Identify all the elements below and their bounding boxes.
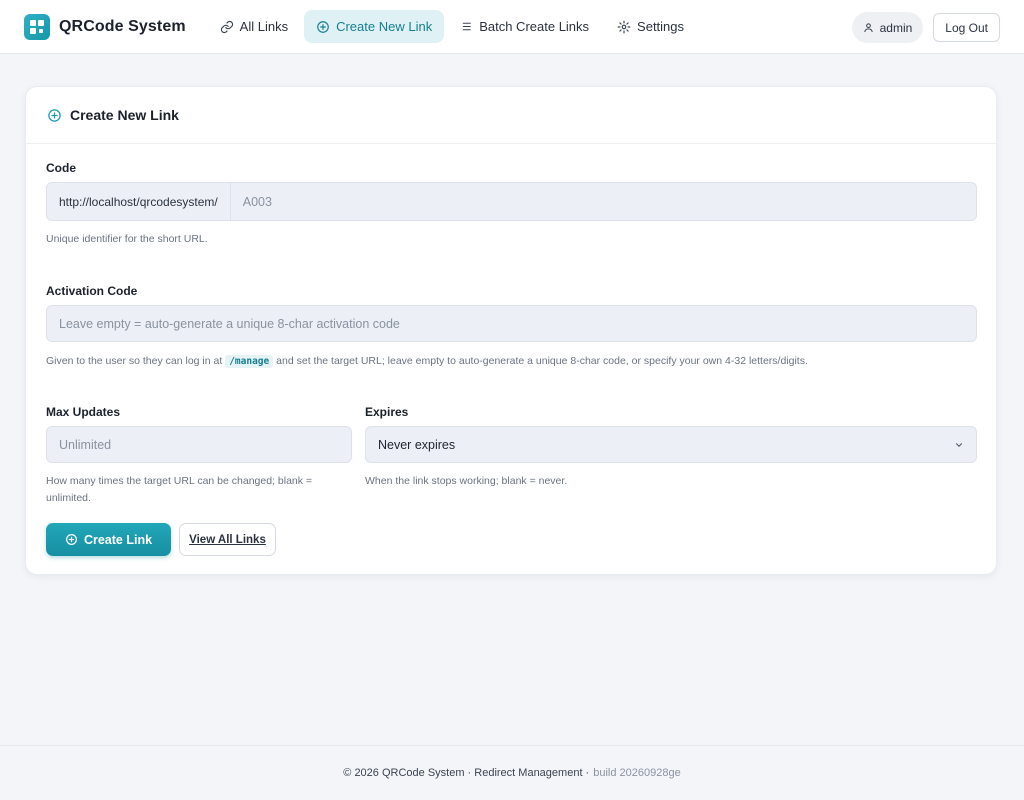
code-help: Unique identifier for the short URL. <box>46 233 208 245</box>
card-title: Create New Link <box>70 107 179 123</box>
footer-text: © 2026 QRCode System · Redirect Manageme… <box>343 767 590 779</box>
activation-help-text: Given to the user so they can log in at <box>46 355 223 367</box>
build-info: build 20260928ge <box>593 767 681 779</box>
plus-circle-icon <box>48 108 61 122</box>
footer: © 2026 QRCode System · Redirect Manageme… <box>0 745 1024 800</box>
link-icon <box>220 20 233 33</box>
expires-select[interactable]: Never expires <box>365 426 977 463</box>
expires-help: When the link stops working; blank = nev… <box>365 475 568 487</box>
list-icon <box>462 22 472 31</box>
top-navbar: QRCode System All Links Create New Link … <box>0 0 1024 54</box>
create-link-card: Create New Link Code http://localhost/qr… <box>25 86 997 575</box>
plus-circle-icon <box>65 534 77 545</box>
activation-code-input[interactable]: Leave empty = auto-generate a unique 8-c… <box>46 305 977 342</box>
code-input-group: http://localhost/qrcodesystem/ A003 <box>46 182 977 221</box>
code-input[interactable]: A003 <box>231 183 976 220</box>
activation-code-placeholder: Leave empty = auto-generate a unique 8-c… <box>59 316 400 331</box>
user-area: admin Log Out <box>851 12 1000 43</box>
code-url-prefix: http://localhost/qrcodesystem/ <box>47 183 231 220</box>
max-updates-label: Max Updates <box>46 405 121 419</box>
nav-create-new-link[interactable]: Create New Link <box>304 10 445 43</box>
brand[interactable]: QRCode System <box>24 13 186 40</box>
view-all-links-button[interactable]: View All Links <box>179 523 276 556</box>
gear-icon <box>617 20 631 33</box>
nav-batch-create-links-label: Batch Create Links <box>479 19 590 34</box>
activation-help-text-2: and set the target URL; leave empty to a… <box>276 355 808 367</box>
nav-settings[interactable]: Settings <box>605 10 696 43</box>
create-link-label: Create Link <box>83 532 153 547</box>
main-nav: All Links Create New Link Batch Create L… <box>208 10 700 43</box>
qrcode-logo-icon <box>24 13 50 40</box>
nav-all-links-label: All Links <box>239 19 289 34</box>
activation-code-label: Activation Code <box>46 284 138 298</box>
chevron-down-icon <box>955 443 963 447</box>
brand-name: QRCode System <box>59 17 186 35</box>
nav-settings-label: Settings <box>637 19 685 34</box>
max-updates-help: How many times the target URL can be cha… <box>46 475 313 504</box>
max-updates-placeholder: Unlimited <box>59 437 112 452</box>
expires-selected-value: Never expires <box>378 437 456 452</box>
manage-path-code: /manage <box>225 355 274 368</box>
nav-batch-create-links[interactable]: Batch Create Links <box>448 10 601 43</box>
nav-all-links[interactable]: All Links <box>208 10 300 43</box>
username: admin <box>879 20 913 35</box>
create-link-button[interactable]: Create Link <box>46 523 171 556</box>
logout-button[interactable]: Log Out <box>933 13 1000 42</box>
expires-label: Expires <box>365 405 409 419</box>
code-label: Code <box>46 161 76 175</box>
max-updates-input[interactable]: Unlimited <box>46 426 352 463</box>
user-menu[interactable]: admin <box>851 12 924 43</box>
activation-code-help: Given to the user so they can log in at … <box>46 353 966 370</box>
nav-create-new-link-label: Create New Link <box>336 19 433 34</box>
card-header: Create New Link <box>26 87 996 144</box>
plus-circle-icon <box>317 20 329 33</box>
user-icon <box>863 23 873 33</box>
